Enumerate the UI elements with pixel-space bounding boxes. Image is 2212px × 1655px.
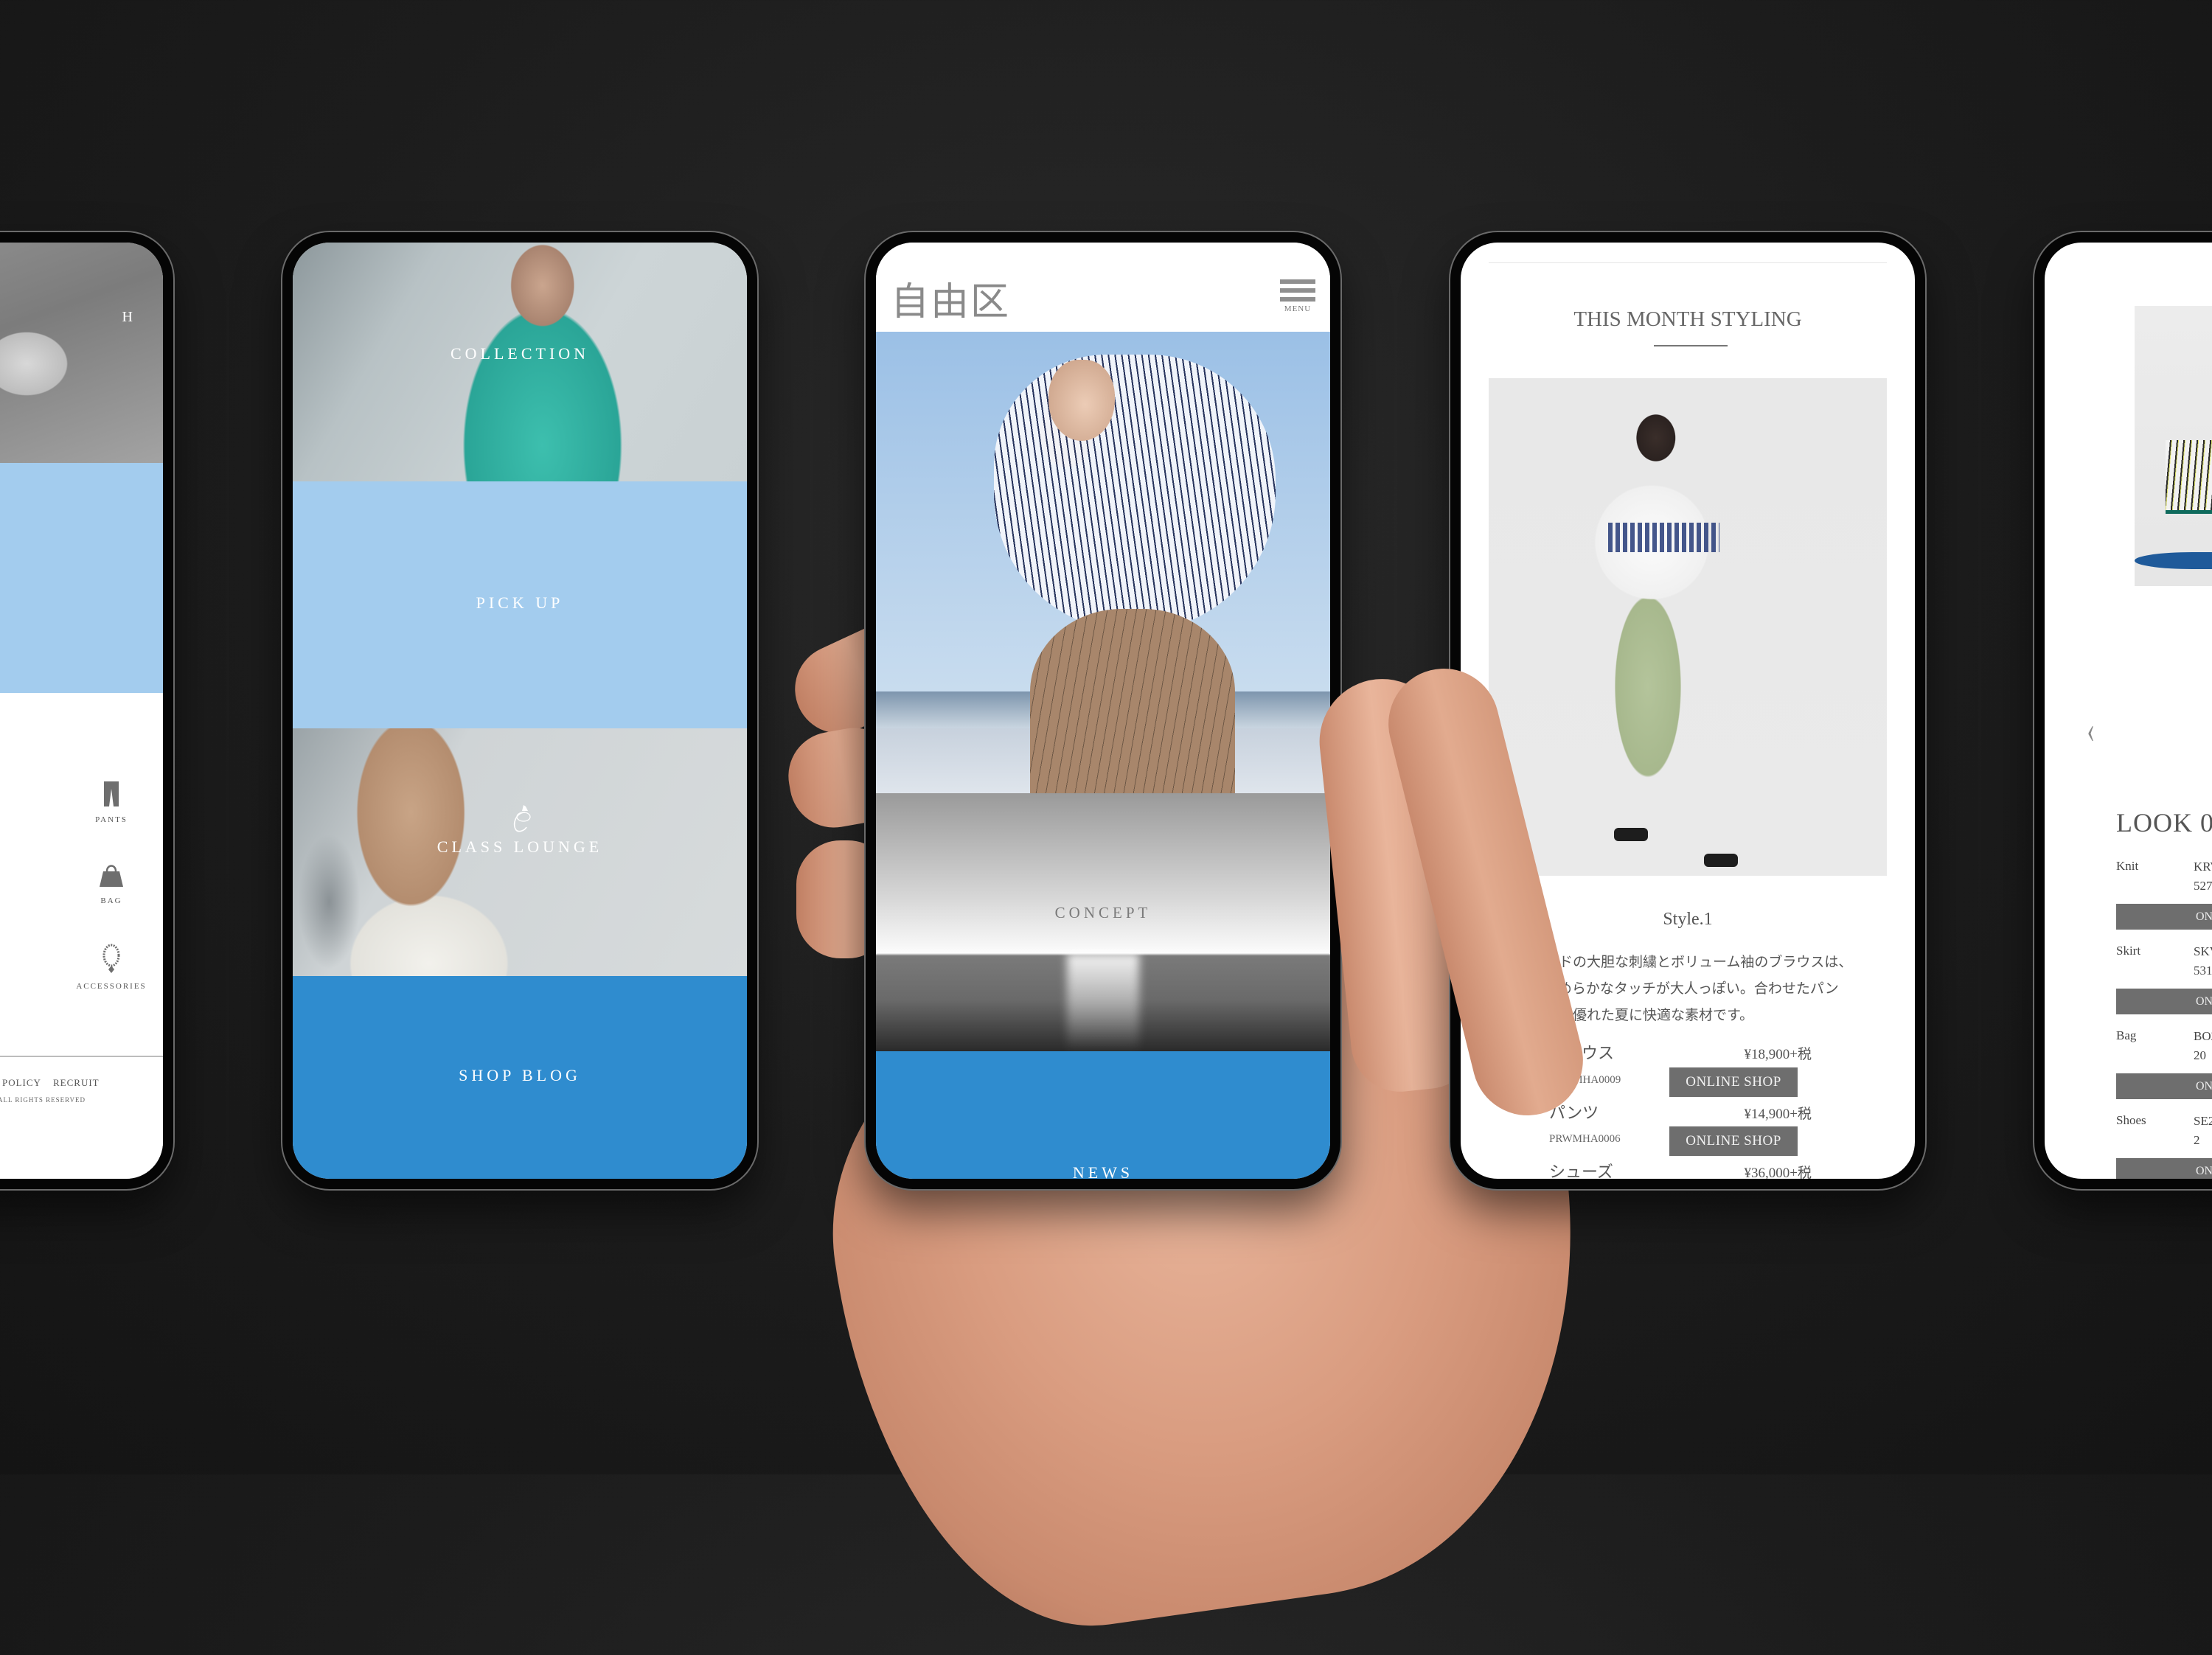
striped-skirt [2165,440,2212,515]
phone-screen-2: COLLECTION PICK UP CLASS LOUNGE SHOP BLO… [293,243,747,1179]
item-category: Skirt [2116,944,2141,958]
news-label: NEWS [1072,1163,1134,1179]
item-category: Bag [2116,1028,2137,1042]
pickup-label: PICK UP [476,593,564,612]
phone-mockup-5: ‹ LOOK 03 Knit KRV527 ONL Skirt SKV531 O… [2034,232,2212,1189]
prev-arrow-button[interactable]: ‹ [2087,711,2094,750]
concept-section[interactable]: CONCEPT [876,793,1330,1051]
hamburger-icon [1280,279,1315,302]
hero-pants [1030,608,1235,793]
footer-divider [0,1056,163,1057]
product-price: ¥18,900+税 [1744,1047,1812,1062]
product-name: シューズ [1549,1163,1613,1179]
pickup-section[interactable]: PICK UP [293,481,747,728]
styling-title: THIS MONTH STYLING [1573,307,1802,331]
collection-section[interactable]: COLLECTION [293,243,747,481]
footer-link-recruit[interactable]: RECRUIT [53,1077,100,1089]
category-accessories[interactable]: ACCESSORIES [60,944,163,995]
class-lounge-logo-icon [513,805,531,832]
item-code: SE2 2 [2194,1114,2212,1147]
product-code: PRWMHA0006 [1549,1133,1621,1145]
collection-label: COLLECTION [450,344,590,363]
concept-label: CONCEPT [1054,904,1152,921]
category-label: BAG [100,896,122,905]
phone-mockup-1: H PANTS BAG ACCESSORIES POLICY RECRUIT A… [0,232,173,1189]
category-bag[interactable]: BAG [74,863,148,907]
phone-mockup-2: COLLECTION PICK UP CLASS LOUNGE SHOP BLO… [282,232,757,1189]
hero-face [1048,359,1116,441]
menu-button[interactable]: MENU [1280,279,1315,313]
sandal-left [1614,828,1648,841]
online-shop-button[interactable]: ONLINE SHOP [1669,1067,1798,1097]
category-label: PANTS [95,815,128,824]
product-price: ¥14,900+税 [1744,1107,1812,1122]
title-underline [1654,345,1728,346]
item-category: Shoes [2116,1113,2146,1127]
necklace-icon [102,944,120,973]
online-shop-button[interactable]: ONLINE SHOP [1669,1126,1798,1156]
news-section[interactable]: NEWS [876,1051,1330,1179]
phone-screen-3: 自由区 MENU CONCEPT NEWS [876,243,1330,1179]
online-shop-button[interactable]: ONL [2116,904,2212,930]
class-lounge-label: CLASS LOUNGE [437,837,603,856]
online-shop-button[interactable]: ONL [2116,1158,2212,1179]
top-divider [1489,262,1887,263]
phone-mockup-3: 自由区 MENU CONCEPT NEWS [866,232,1340,1189]
copyright-text: ALL RIGHTS RESERVED [0,1096,86,1104]
item-code: BO220 [2194,1029,2212,1062]
hero-striped-shirt [994,355,1276,632]
item-code: KRV527 [2194,860,2212,893]
class-lounge-section[interactable]: CLASS LOUNGE [293,728,747,976]
shoe [2135,552,2212,570]
style-photo[interactable] [1489,378,1887,876]
menu-label: MENU [1284,304,1312,313]
phone-screen-1: H PANTS BAG ACCESSORIES POLICY RECRUIT A… [0,243,163,1179]
category-pants[interactable]: PANTS [74,781,148,826]
embroidery-pattern [1608,522,1720,553]
look-photo[interactable] [2135,306,2212,586]
site-header: 自由区 MENU [876,243,1330,332]
item-code: SKV531 [2194,944,2212,978]
brand-logo[interactable]: 自由区 [891,271,1010,326]
item-category: Knit [2116,859,2139,873]
pants-icon [104,781,119,806]
sun-reflection [1066,953,1140,1051]
category-label: ACCESSORIES [76,982,147,991]
hero-photo[interactable] [876,332,1330,793]
light-blue-section[interactable] [0,463,163,693]
look-title: LOOK 03 [2116,808,2212,837]
stones-photo: H [0,243,163,463]
bag-icon [100,865,123,887]
phone-screen-5: ‹ LOOK 03 Knit KRV527 ONL Skirt SKV531 O… [2045,243,2212,1179]
category-section: PANTS BAG ACCESSORIES POLICY RECRUIT ALL… [0,693,163,1179]
footer-link-policy[interactable]: POLICY [2,1077,41,1089]
online-shop-button[interactable]: ONL [2116,1073,2212,1099]
shop-blog-section[interactable]: SHOP BLOG [293,976,747,1179]
photo-section-label[interactable]: H [122,309,135,326]
sandal-right [1704,854,1738,867]
shop-blog-label: SHOP BLOG [459,1066,581,1084]
product-price: ¥36,000+税 [1744,1166,1812,1179]
online-shop-button[interactable]: ONL [2116,989,2212,1014]
